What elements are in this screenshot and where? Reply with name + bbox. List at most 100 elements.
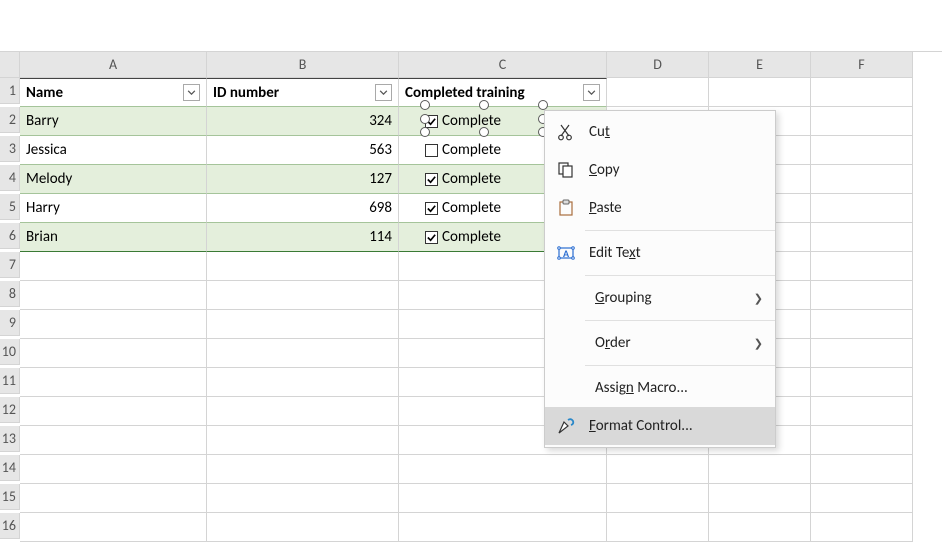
empty-cell[interactable] [811,455,913,484]
empty-cell[interactable] [207,252,399,281]
cell-name[interactable]: Harry [20,194,207,223]
empty-cell[interactable] [399,513,607,542]
empty-cell[interactable] [811,484,913,513]
empty-cell[interactable] [20,339,207,368]
row-header-16[interactable]: 16 [0,513,20,539]
cell-id[interactable]: 114 [207,223,399,252]
row-header-7[interactable]: 7 [0,252,20,278]
empty-cell[interactable] [20,281,207,310]
filter-button[interactable] [183,84,200,101]
cell-id[interactable]: 127 [207,165,399,194]
cell-name[interactable]: Barry [20,107,207,136]
context-menu-paste[interactable]: Paste [545,189,775,227]
empty-cell[interactable] [709,484,811,513]
checkbox-control[interactable]: Complete [425,141,501,159]
empty-cell[interactable] [20,426,207,455]
row-header-11[interactable]: 11 [0,368,20,394]
context-menu-order[interactable]: Order ❯ [545,324,775,362]
empty-cell[interactable] [207,455,399,484]
empty-cell[interactable] [20,455,207,484]
empty-cell[interactable] [399,484,607,513]
empty-cell[interactable] [811,165,913,194]
empty-cell[interactable] [20,310,207,339]
cell-name[interactable]: Jessica [20,136,207,165]
empty-cell[interactable] [811,136,913,165]
empty-cell[interactable] [811,339,913,368]
context-menu-copy[interactable]: Copy [545,151,775,189]
cell-id[interactable]: 563 [207,136,399,165]
column-header-C[interactable]: C [399,52,607,78]
empty-cell[interactable] [207,281,399,310]
row-header-4[interactable]: 4 [0,165,20,191]
row-header-14[interactable]: 14 [0,455,20,481]
empty-cell[interactable] [20,397,207,426]
empty-cell[interactable] [607,513,709,542]
row-header-8[interactable]: 8 [0,281,20,307]
table-header-name[interactable]: Name [20,78,207,107]
cell-name[interactable]: Brian [20,223,207,252]
checkbox-control[interactable]: Complete [425,170,501,188]
context-menu-format-control[interactable]: Format Control... [545,407,775,445]
empty-cell[interactable] [607,455,709,484]
cell-name[interactable]: Melody [20,165,207,194]
spreadsheet-grid: A B C D E F 1 Name ID number Completed t… [0,52,913,542]
empty-cell[interactable] [20,252,207,281]
empty-cell[interactable] [207,484,399,513]
column-header-D[interactable]: D [607,52,709,78]
table-header-id[interactable]: ID number [207,78,399,107]
select-all-corner[interactable] [0,52,20,78]
context-menu-edit-text[interactable]: A Edit Text [545,234,775,272]
empty-cell[interactable] [207,513,399,542]
empty-cell[interactable] [709,78,811,107]
cell-id[interactable]: 698 [207,194,399,223]
row-header-6[interactable]: 6 [0,223,20,249]
row-header-13[interactable]: 13 [0,426,20,452]
empty-cell[interactable] [811,223,913,252]
empty-cell[interactable] [811,281,913,310]
table-header-training[interactable]: Completed training [399,78,607,107]
empty-cell[interactable] [811,368,913,397]
empty-cell[interactable] [811,513,913,542]
empty-cell[interactable] [811,397,913,426]
row-header-9[interactable]: 9 [0,310,20,336]
row-header-12[interactable]: 12 [0,397,20,423]
empty-cell[interactable] [207,310,399,339]
empty-cell[interactable] [811,194,913,223]
filter-button[interactable] [375,84,392,101]
checkbox-control[interactable]: Complete [425,112,501,130]
empty-cell[interactable] [811,310,913,339]
column-header-E[interactable]: E [709,52,811,78]
empty-cell[interactable] [811,252,913,281]
column-header-B[interactable]: B [207,52,399,78]
empty-cell[interactable] [709,513,811,542]
context-menu-grouping[interactable]: Grouping ❯ [545,279,775,317]
empty-cell[interactable] [607,484,709,513]
row-header-5[interactable]: 5 [0,194,20,220]
row-header-15[interactable]: 15 [0,484,20,510]
empty-cell[interactable] [207,339,399,368]
context-menu-cut[interactable]: Cut [545,113,775,151]
row-header-10[interactable]: 10 [0,339,20,365]
empty-cell[interactable] [811,107,913,136]
empty-cell[interactable] [20,368,207,397]
filter-button[interactable] [583,84,600,101]
empty-cell[interactable] [811,78,913,107]
empty-cell[interactable] [709,455,811,484]
empty-cell[interactable] [811,426,913,455]
row-header-3[interactable]: 3 [0,136,20,162]
empty-cell[interactable] [207,426,399,455]
empty-cell[interactable] [207,397,399,426]
empty-cell[interactable] [20,513,207,542]
checkbox-control[interactable]: Complete [425,199,501,217]
row-header-2[interactable]: 2 [0,107,20,133]
row-header-1[interactable]: 1 [0,78,20,104]
empty-cell[interactable] [399,455,607,484]
column-header-F[interactable]: F [811,52,913,78]
empty-cell[interactable] [207,368,399,397]
empty-cell[interactable] [607,78,709,107]
checkbox-control[interactable]: Complete [425,228,501,246]
cell-id[interactable]: 324 [207,107,399,136]
context-menu-assign-macro[interactable]: Assign Macro... [545,369,775,407]
column-header-A[interactable]: A [20,52,207,78]
empty-cell[interactable] [20,484,207,513]
